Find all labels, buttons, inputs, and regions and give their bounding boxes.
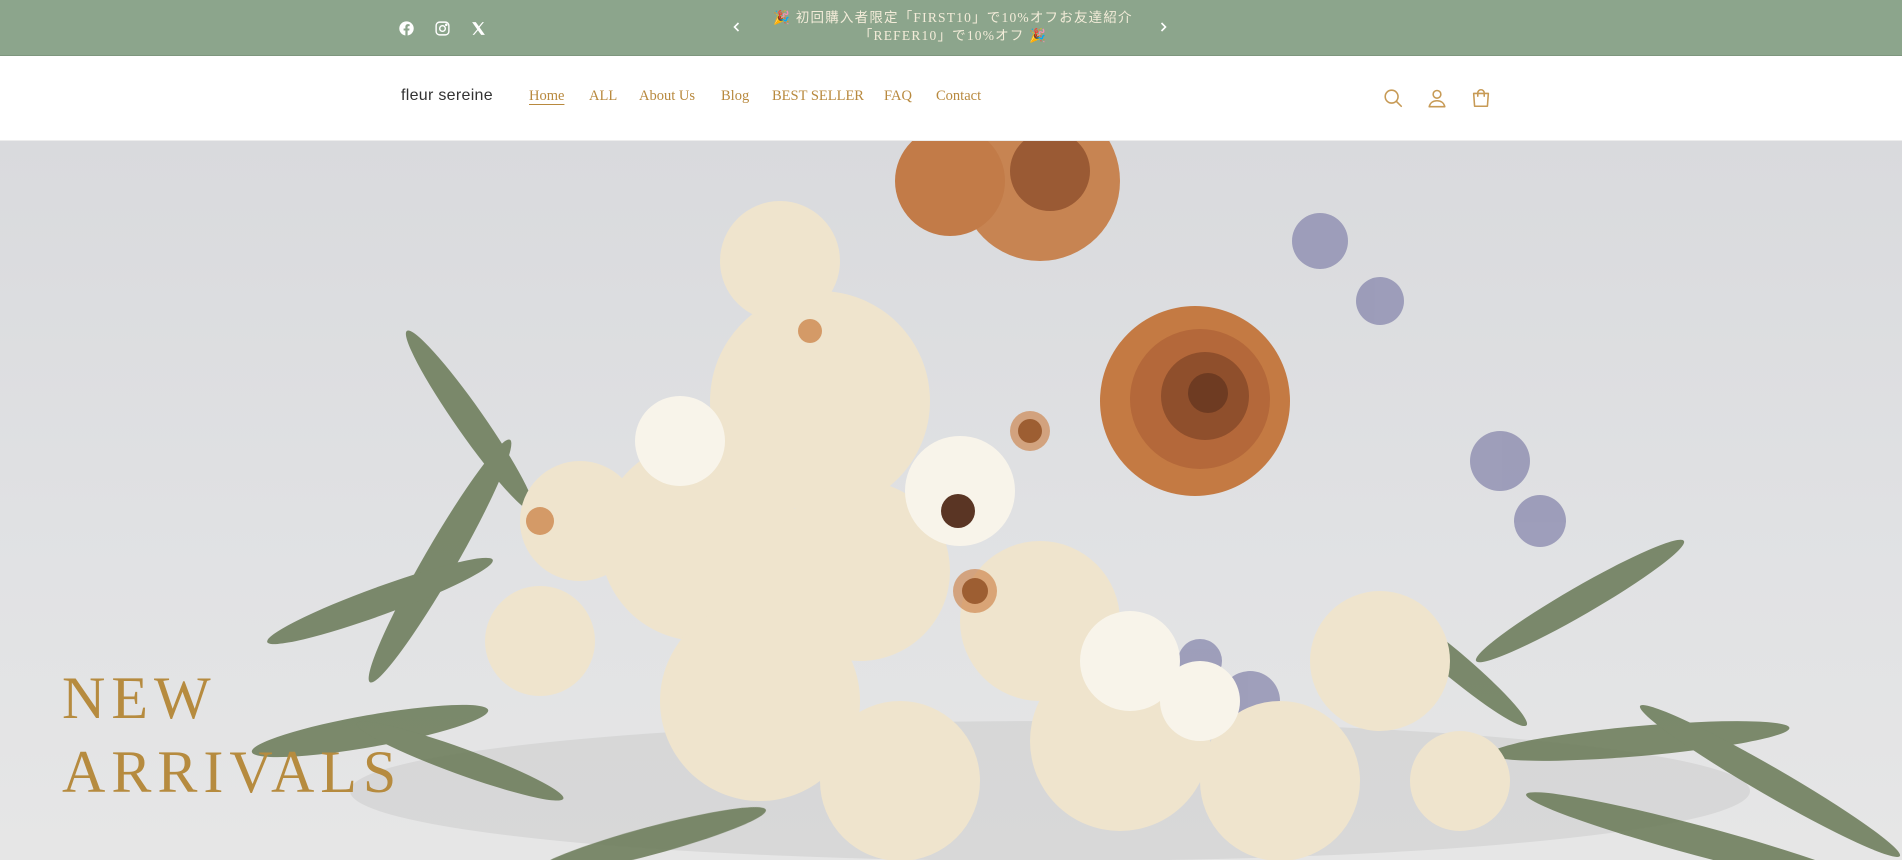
nav-home[interactable]: Home bbox=[529, 88, 564, 105]
announcement-line-2: 「REFER10」で10%オフ 🎉 bbox=[858, 28, 1048, 43]
announcement-line-1: 🎉 初回購入者限定「FIRST10」で10%オフお友達紹介 bbox=[773, 10, 1133, 25]
chevron-left-icon bbox=[733, 22, 740, 32]
announcement-next-button[interactable] bbox=[1150, 14, 1176, 40]
search-icon[interactable] bbox=[1380, 85, 1406, 111]
account-icon[interactable] bbox=[1424, 85, 1450, 111]
site-logo[interactable]: fleur sereine bbox=[401, 87, 493, 105]
chevron-right-icon bbox=[1160, 22, 1167, 32]
instagram-icon[interactable] bbox=[431, 17, 453, 39]
hero-title: NEW ARRIVALS bbox=[62, 661, 402, 809]
nav-contact[interactable]: Contact bbox=[936, 88, 981, 105]
announcement-text[interactable]: 🎉 初回購入者限定「FIRST10」で10%オフお友達紹介 「REFER10」で… bbox=[758, 9, 1148, 45]
x-icon[interactable] bbox=[467, 17, 489, 39]
announcement-bar: 🎉 初回購入者限定「FIRST10」で10%オフお友達紹介 「REFER10」で… bbox=[0, 0, 1902, 56]
hero-banner[interactable]: NEW ARRIVALS bbox=[0, 141, 1902, 860]
nav-faq[interactable]: FAQ bbox=[884, 88, 912, 105]
nav-best-seller[interactable]: BEST SELLER bbox=[772, 88, 864, 105]
nav-about-us[interactable]: About Us bbox=[639, 88, 695, 105]
nav-blog[interactable]: Blog bbox=[721, 88, 749, 105]
cart-icon[interactable] bbox=[1468, 85, 1494, 111]
hero-title-line-2: ARRIVALS bbox=[62, 739, 403, 805]
facebook-icon[interactable] bbox=[395, 17, 417, 39]
nav-all[interactable]: ALL bbox=[589, 88, 617, 105]
site-header: fleur sereine Home ALL About Us Blog BES… bbox=[0, 56, 1902, 141]
announcement-prev-button[interactable] bbox=[724, 14, 750, 40]
hero-title-line-1: NEW bbox=[62, 665, 217, 731]
